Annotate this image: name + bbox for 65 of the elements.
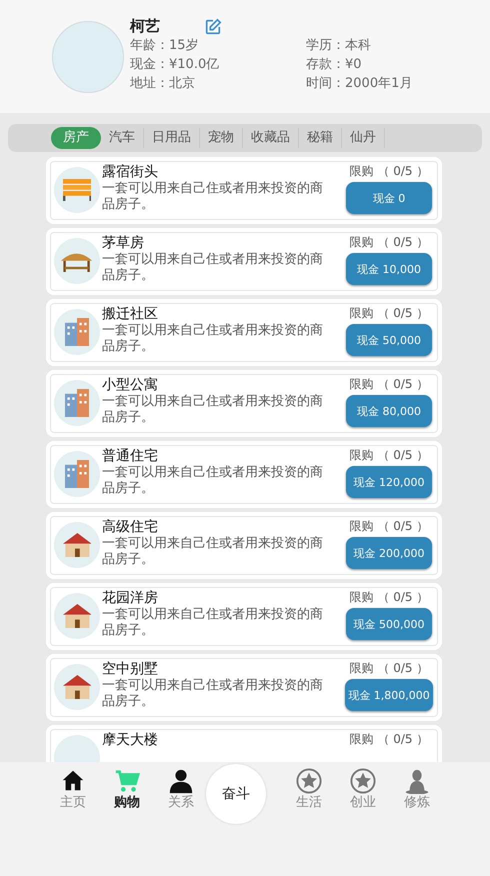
buy-button[interactable]: 现金 1,800,000 — [345, 679, 433, 711]
nav-tab[interactable]: 创业 — [350, 793, 376, 811]
item-description: 一套可以用来自己住或者用来投资的商品房子。 — [102, 394, 324, 426]
purchase-limit: 限购 （ 0/5 ） — [350, 234, 428, 251]
item-name: 高级住宅 — [102, 518, 159, 536]
info-text: 时间：2000年1月 — [306, 75, 414, 92]
category-tab[interactable]: 日用品 — [144, 128, 200, 148]
item-description: 一套可以用来自己住或者用来投资的商品房子。 — [102, 607, 324, 639]
item-name: 搬迁社区 — [102, 305, 159, 323]
info-text: 现金：¥10.0亿 — [130, 56, 220, 73]
category-tab[interactable]: 秘籍 — [299, 128, 342, 148]
purchase-limit: 限购 （ 0/5 ） — [350, 731, 428, 748]
nav-tab[interactable]: 生活 — [296, 793, 322, 811]
item-name: 普通住宅 — [102, 447, 159, 465]
building-icon — [65, 460, 89, 488]
item-description: 一套可以用来自己住或者用来投资的商品房子。 — [102, 252, 324, 284]
info-text: 地址：北京 — [130, 75, 196, 92]
building-icon — [65, 388, 89, 418]
purchase-limit: 限购 （ 0/5 ） — [350, 447, 428, 464]
buy-button[interactable]: 现金 120,000 — [346, 466, 432, 498]
purchase-limit: 限购 （ 0/5 ） — [350, 660, 428, 677]
meditating-figure-icon[interactable] — [404, 768, 430, 794]
category-tab[interactable]: 仙丹 — [342, 128, 385, 148]
buy-button[interactable]: 现金 80,000 — [346, 395, 432, 427]
nav-tab[interactable]: 关系 — [168, 793, 194, 811]
purchase-limit: 限购 （ 0/5 ） — [350, 589, 428, 606]
purchase-limit: 限购 （ 0/5 ） — [350, 518, 428, 535]
buy-button[interactable]: 现金 10,000 — [346, 253, 432, 285]
edit-icon[interactable] — [204, 18, 222, 36]
buy-button[interactable]: 现金 500,000 — [346, 608, 432, 640]
purchase-limit: 限购 （ 0/5 ） — [350, 305, 428, 322]
item-name: 摩天大楼 — [102, 731, 159, 749]
item-name: 茅草房 — [102, 234, 145, 252]
buy-button[interactable]: 现金 0 — [346, 182, 432, 214]
item-description: 一套可以用来自己住或者用来投资的商品房子。 — [102, 323, 324, 355]
category-tab[interactable]: 汽车 — [101, 128, 144, 148]
category-tab[interactable]: 房产 — [51, 127, 101, 149]
house-icon — [62, 604, 92, 628]
center-button[interactable]: 奋斗 — [206, 764, 266, 824]
info-text: 学历：本科 — [306, 37, 372, 54]
item-description: 一套可以用来自己住或者用来投资的商品房子。 — [102, 181, 324, 213]
item-description: 一套可以用来自己住或者用来投资的商品房子。 — [102, 536, 324, 568]
user-name: 柯艺 — [130, 17, 160, 36]
item-description: 一套可以用来自己住或者用来投资的商品房子。 — [102, 678, 324, 710]
purchase-limit: 限购 （ 0/5 ） — [350, 163, 428, 180]
nav-tab[interactable]: 主页 — [60, 793, 86, 811]
purchase-limit: 限购 （ 0/5 ） — [350, 376, 428, 393]
category-tab[interactable]: 宠物 — [200, 128, 243, 148]
info-text: 存款：¥0 — [306, 56, 363, 73]
buy-button[interactable]: 现金 200,000 — [346, 537, 432, 569]
buy-button[interactable]: 现金 50,000 — [346, 324, 432, 356]
item-name: 花园洋房 — [102, 589, 159, 607]
person-icon[interactable] — [168, 768, 194, 794]
building-icon — [65, 318, 89, 346]
house-icon — [62, 675, 92, 699]
item-name: 空中别墅 — [102, 660, 159, 678]
nav-tab[interactable]: 购物 — [114, 793, 140, 811]
item-name: 小型公寓 — [102, 376, 159, 394]
info-text: 年龄：15岁 — [130, 37, 200, 54]
category-tab[interactable]: 收藏品 — [243, 128, 299, 148]
item-description: 一套可以用来自己住或者用来投资的商品房子。 — [102, 465, 324, 497]
house-icon — [62, 533, 92, 557]
bench-icon — [62, 178, 92, 202]
nav-tab[interactable]: 修炼 — [404, 793, 430, 811]
item-name: 露宿街头 — [102, 163, 159, 181]
